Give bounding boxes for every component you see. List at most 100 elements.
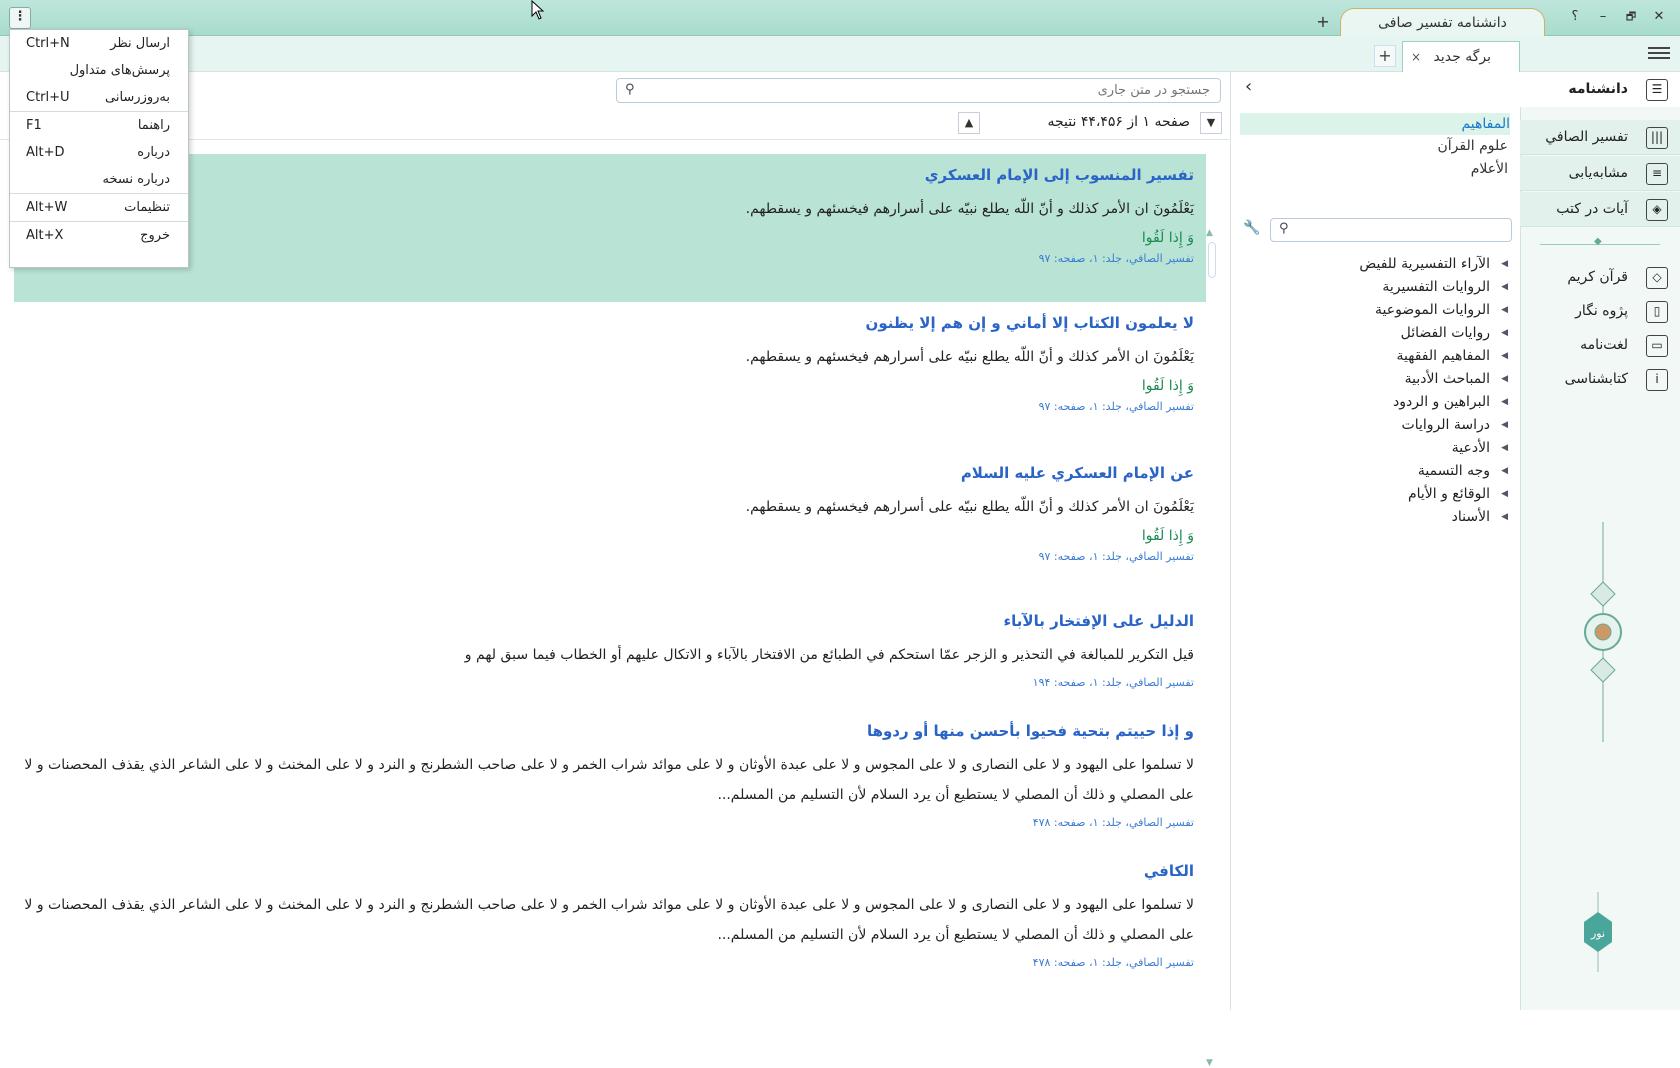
help-icon[interactable]: ؟ <box>1566 8 1584 26</box>
category-figures[interactable]: الأعلام <box>1238 161 1508 177</box>
result-title[interactable]: لا يعلمون الكتاب إلا أماني و إن هم إلا ي… <box>22 314 1194 332</box>
menu-separator <box>10 193 188 194</box>
expand-arrow-icon[interactable]: ◀ <box>1501 276 1508 298</box>
nav-header-encyclopedia[interactable]: ☰ دانشنامه <box>1520 72 1680 107</box>
result-text: لا تسلموا على اليهود و لا على النصارى و … <box>24 757 1194 803</box>
result-item[interactable]: عن الإمام العسكري عليه السلام يَعْلَمُونَ… <box>14 452 1206 592</box>
tree-node[interactable]: ◀ روايات الفضائل <box>1238 322 1508 344</box>
expand-arrow-icon[interactable]: ◀ <box>1501 299 1508 321</box>
nav-item-label: پژوه نگار <box>1575 303 1628 319</box>
expand-arrow-icon[interactable]: ◀ <box>1501 483 1508 505</box>
expand-arrow-icon[interactable]: ◀ <box>1501 414 1508 436</box>
mouse-cursor-icon <box>531 0 545 20</box>
nav-item-label: آیات در کتب <box>1556 201 1628 217</box>
tree-node-label: دراسة الروايات <box>1401 417 1490 433</box>
tree-panel: ‹ المفاهیم علوم القرآن الأعلام 🔧 ⚲ ◀ الآر… <box>1230 72 1520 1010</box>
search-input[interactable] <box>617 79 1220 102</box>
search-field[interactable]: ⚲ <box>616 78 1221 103</box>
menu-item[interactable]: درباره نسخه <box>10 166 188 194</box>
tree-node[interactable]: ◀ الأسناد <box>1238 506 1508 528</box>
chevron-down-icon[interactable]: ▼ <box>1200 112 1222 134</box>
tree-node[interactable]: ◀ الروايات الموضوعية <box>1238 299 1508 321</box>
restore-button[interactable]: 🗗 <box>1622 8 1640 26</box>
scroll-down-icon[interactable]: ▼ <box>1206 1058 1213 1068</box>
tree-node[interactable]: ◀ الروايات التفسيرية <box>1238 276 1508 298</box>
close-button[interactable]: ✕ <box>1650 8 1668 26</box>
expand-arrow-icon[interactable]: ◀ <box>1501 437 1508 459</box>
nav-item-bibliography[interactable]: i کتابشناسی <box>1520 362 1680 397</box>
menu-separator <box>10 111 188 112</box>
expand-arrow-icon[interactable]: ◀ <box>1501 506 1508 528</box>
nav-item-label: لغت‌نامه <box>1580 337 1628 353</box>
tree-node[interactable]: ◀ الأدعية <box>1238 437 1508 459</box>
tree-node[interactable]: ◀ المفاهيم الفقهية <box>1238 345 1508 367</box>
result-item[interactable]: لا يعلمون الكتاب إلا أماني و إن هم إلا ي… <box>14 302 1206 442</box>
expand-arrow-icon[interactable]: ◀ <box>1501 391 1508 413</box>
menu-item[interactable]: ارسال نظر Ctrl+N <box>10 30 188 58</box>
menu-item[interactable]: راهنما F1 <box>10 112 188 140</box>
chevron-left-icon[interactable]: ‹ <box>1245 76 1252 97</box>
menu-item[interactable]: خروج Alt+X <box>10 222 188 250</box>
tree-node[interactable]: ◀ وجه التسمية <box>1238 460 1508 482</box>
nav-item-tafsir[interactable]: ||| تفسیر الصافي <box>1520 120 1680 155</box>
menu-item[interactable]: به‌روزرسانی Ctrl+U <box>10 84 188 112</box>
result-item[interactable]: و إذا حييتم بتحية فحيوا بأحسن منها أو رد… <box>14 710 1206 850</box>
wrench-icon[interactable]: 🔧 <box>1243 220 1260 236</box>
category-concepts[interactable]: المفاهیم <box>1240 113 1510 135</box>
notebook-icon: ▯ <box>1646 301 1668 323</box>
menu-item[interactable]: تنظیمات Alt+W <box>10 194 188 222</box>
result-item[interactable]: الدليل على الإفتخار بالآباء قيل التكرير ل… <box>14 600 1206 710</box>
menu-item[interactable]: درباره Alt+D <box>10 139 188 167</box>
scrollbar[interactable]: ▲ ▼ <box>1206 228 1218 1068</box>
result-text: يَعْلَمُونَ ان الأمر كذلك و أنّ اللّه يط… <box>745 201 1194 217</box>
minimize-button[interactable]: – <box>1594 8 1612 26</box>
result-title[interactable]: عن الإمام العسكري عليه السلام <box>22 464 1194 482</box>
tree-node[interactable]: ◀ الوقائع و الأيام <box>1238 483 1508 505</box>
page-info: صفحه ۱ از ۴۴،۴۵۶ نتیجه <box>1047 114 1190 130</box>
result-title[interactable]: الدليل على الإفتخار بالآباء <box>22 612 1195 630</box>
chevron-up-icon[interactable]: ▲ <box>958 112 980 134</box>
expand-arrow-icon[interactable]: ◀ <box>1501 253 1508 275</box>
dictionary-icon: ▭ <box>1646 335 1668 357</box>
expand-arrow-icon[interactable]: ◀ <box>1501 322 1508 344</box>
result-title[interactable]: الكافي <box>22 862 1194 880</box>
scroll-up-icon[interactable]: ▲ <box>1206 228 1213 238</box>
tree-node-label: الأسناد <box>1451 509 1490 525</box>
result-citation[interactable]: تفسير الصافي، جلد: ۱، صفحه: ۴۷۸ <box>22 956 1194 969</box>
doc-tab[interactable]: × برگه جدید <box>1402 41 1520 72</box>
category-quran-sciences[interactable]: علوم القرآن <box>1238 138 1508 154</box>
expand-arrow-icon[interactable]: ◀ <box>1501 368 1508 390</box>
search-icon: ⚲ <box>625 82 635 97</box>
nav-item-similarity[interactable]: ≡ مشابه‌یابی <box>1520 156 1680 191</box>
result-citation[interactable]: تفسير الصافي، جلد: ۱، صفحه: ۹۷ <box>22 400 1194 413</box>
nav-item-dictionary[interactable]: ▭ لغت‌نامه <box>1520 328 1680 363</box>
result-title[interactable]: و إذا حييتم بتحية فحيوا بأحسن منها أو رد… <box>22 722 1194 740</box>
menu-item-label: درباره <box>137 145 170 160</box>
result-citation[interactable]: تفسير الصافي، جلد: ۱، صفحه: ۹۷ <box>22 550 1194 563</box>
nav-item-verses-in-books[interactable]: ◈ آیات در کتب <box>1520 192 1680 227</box>
result-title[interactable]: تفسير المنسوب إلى الإمام العسكري <box>22 166 1194 184</box>
hamburger-menu-icon[interactable] <box>1648 44 1670 64</box>
tree-node[interactable]: ◀ المباحث الأدبية <box>1238 368 1508 390</box>
result-item[interactable]: تفسير المنسوب إلى الإمام العسكري يَعْلَمُ… <box>14 154 1206 302</box>
expand-arrow-icon[interactable]: ◀ <box>1501 460 1508 482</box>
tree-search-field[interactable]: ⚲ <box>1270 218 1512 242</box>
close-icon[interactable]: × <box>1411 42 1421 72</box>
nav-item-pajoohnegar[interactable]: ▯ پژوه نگار <box>1520 294 1680 329</box>
tree-node[interactable]: ◀ دراسة الروايات <box>1238 414 1508 436</box>
tree-node[interactable]: ◀ البراهين و الردود <box>1238 391 1508 413</box>
menu-kebab-button[interactable]: ⋮ <box>9 7 31 29</box>
result-citation[interactable]: تفسير الصافي، جلد: ۱، صفحه: ۹۷ <box>22 252 1194 265</box>
result-item[interactable]: الكافي لا تسلموا على اليهود و لا على النص… <box>14 850 1206 990</box>
menu-item[interactable]: پرسش‌های متداول <box>10 57 188 85</box>
app-tab-add-button[interactable]: + <box>1314 13 1332 31</box>
tree-node[interactable]: ◀ الآراء التفسيرية للفيض <box>1238 253 1508 275</box>
result-citation[interactable]: تفسير الصافي، جلد: ۱، صفحه: ۱۹۴ <box>22 676 1194 689</box>
app-tab[interactable]: دانشنامه تفسیر صافی <box>1340 8 1545 36</box>
expand-arrow-icon[interactable]: ◀ <box>1501 345 1508 367</box>
doc-tab-add-button[interactable]: + <box>1374 45 1396 67</box>
tree-node-label: البراهين و الردود <box>1392 394 1490 410</box>
scroll-thumb[interactable] <box>1208 242 1216 278</box>
nav-item-quran[interactable]: ◇ قرآن کریم <box>1520 260 1680 295</box>
result-citation[interactable]: تفسير الصافي، جلد: ۱، صفحه: ۴۷۸ <box>22 816 1194 829</box>
